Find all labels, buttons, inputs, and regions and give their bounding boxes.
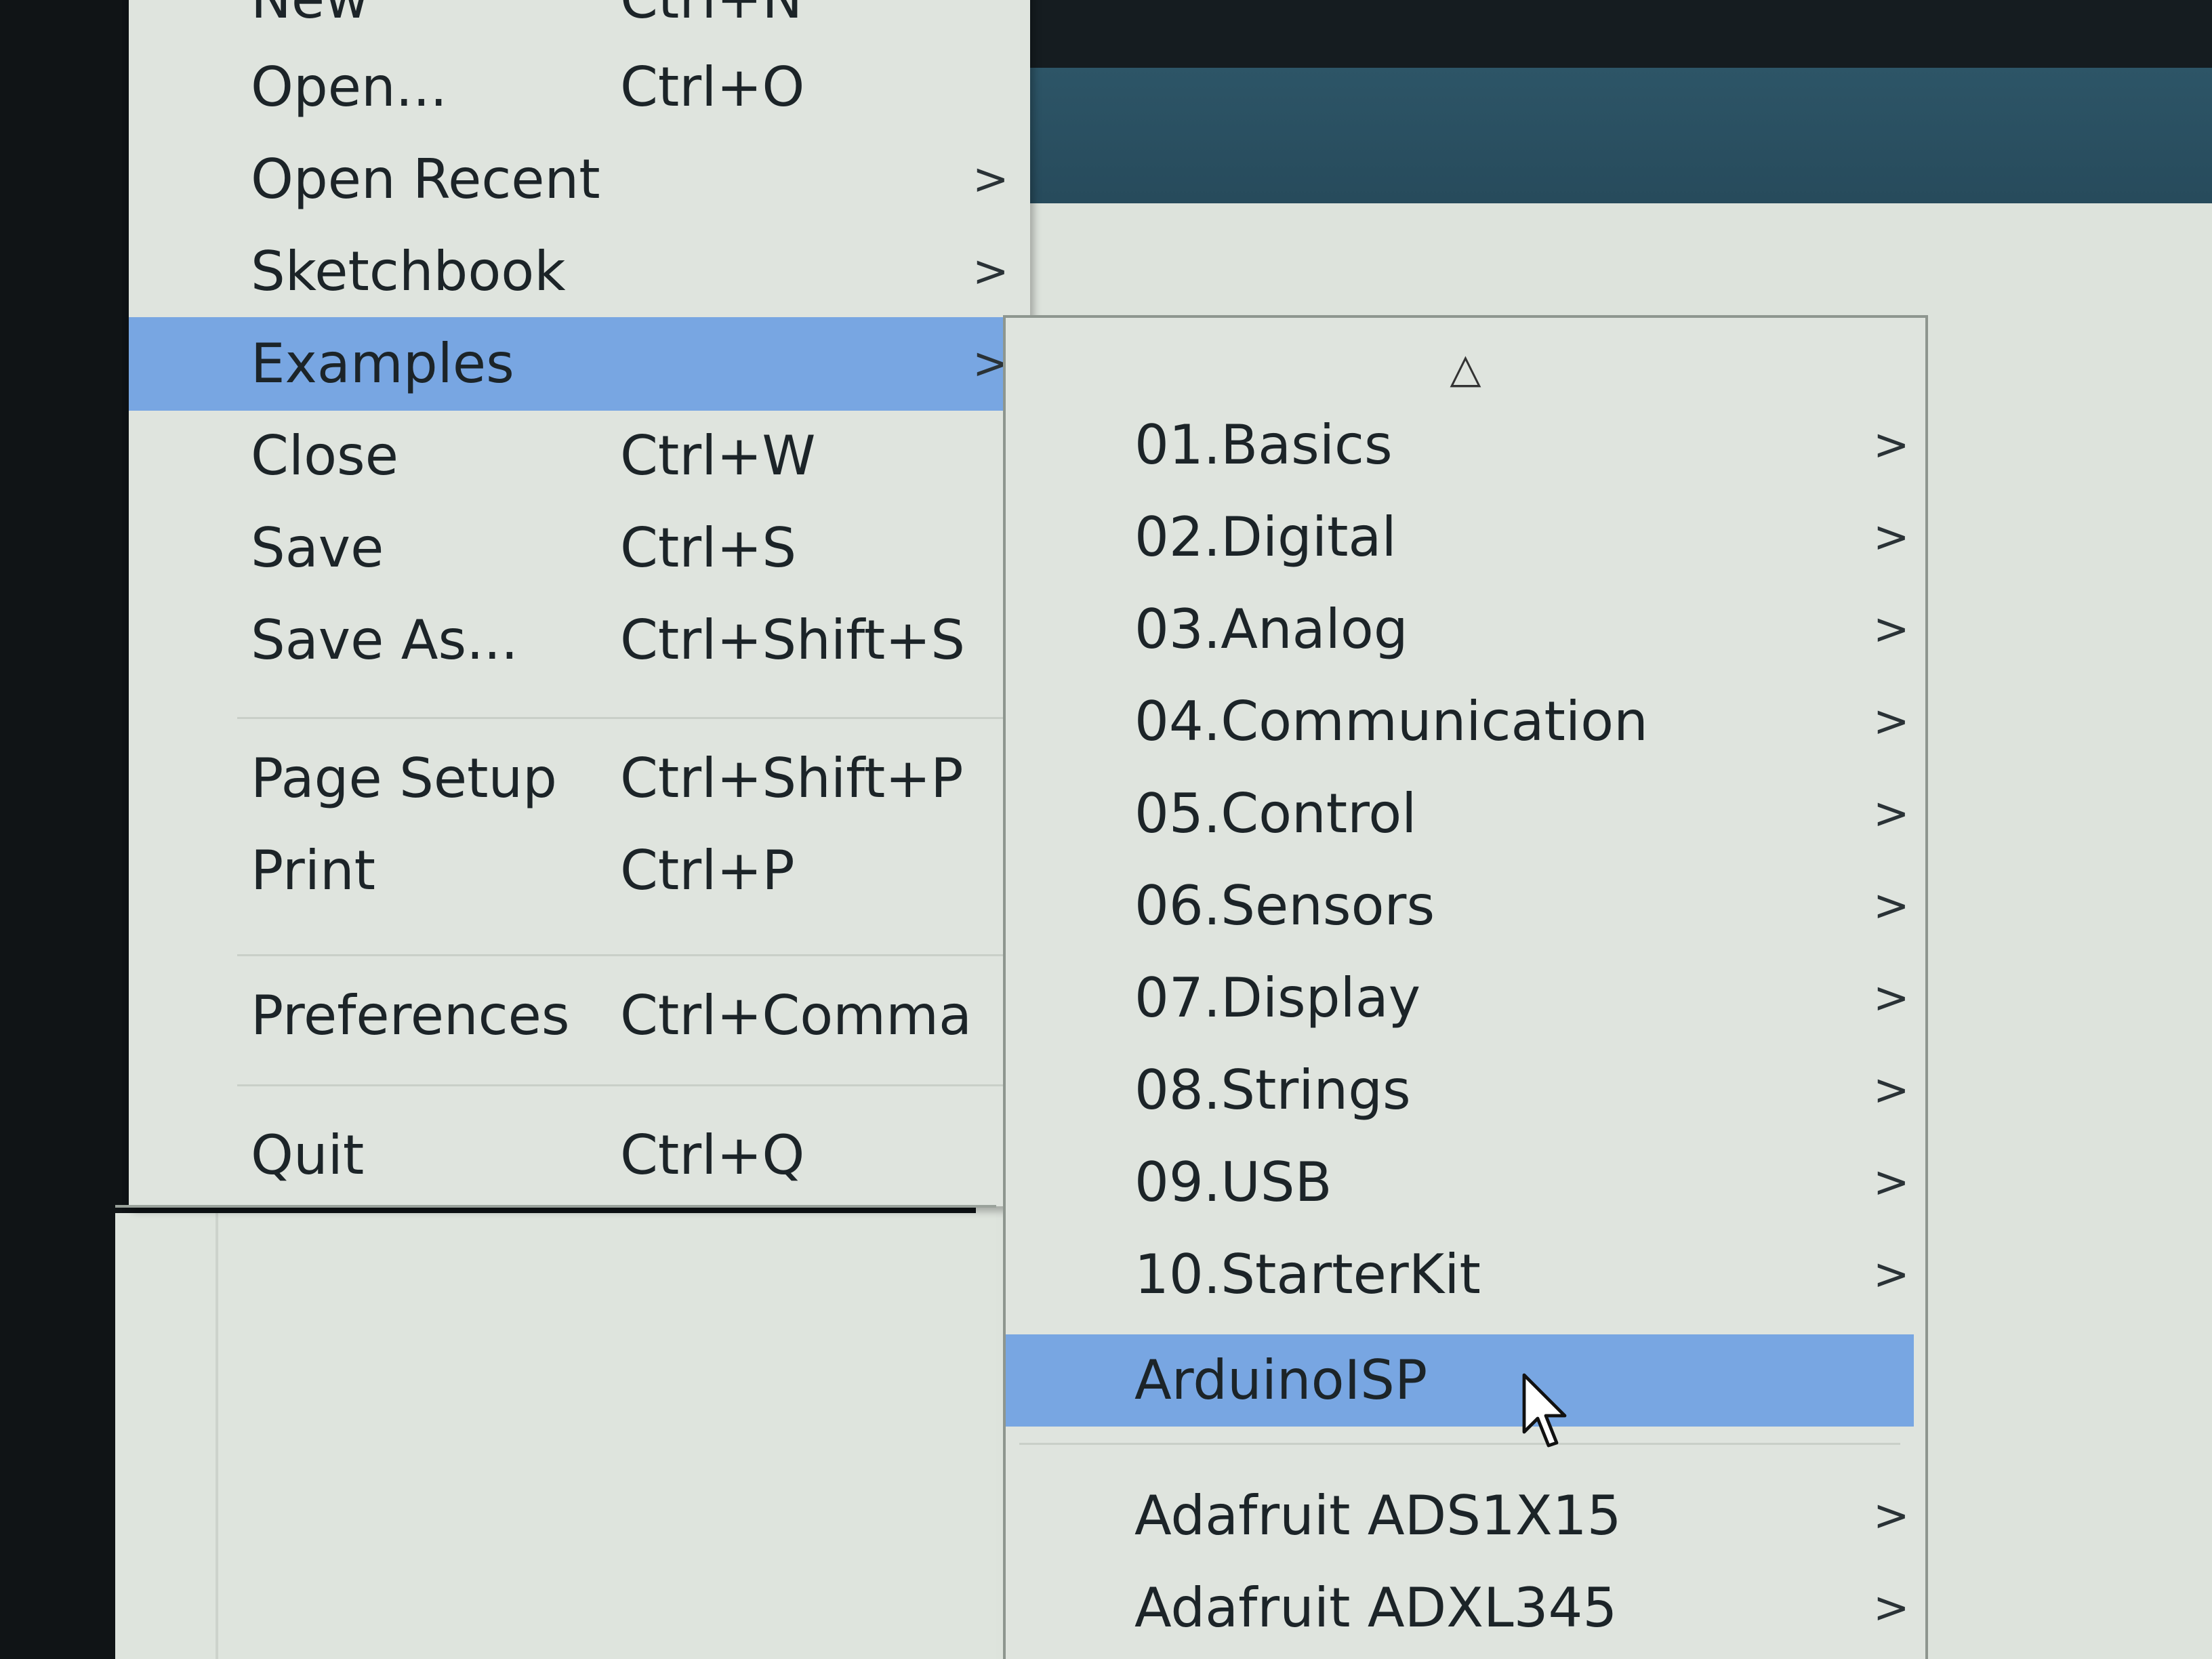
menu-item-label: New bbox=[251, 0, 369, 46]
submenu-item-label: 05.Control bbox=[1134, 768, 1416, 860]
submenu-item-05-control[interactable]: 05.Control > bbox=[1006, 768, 1914, 860]
chevron-right-icon: > bbox=[1873, 952, 1910, 1044]
submenu-item-label: 07.Display bbox=[1134, 952, 1420, 1044]
scroll-up-icon[interactable]: △ bbox=[1006, 345, 1925, 392]
editor-gutter-divider bbox=[216, 1213, 218, 1659]
menu-item-shortcut: Ctrl+Q bbox=[620, 1109, 804, 1202]
submenu-item-label: 09.USB bbox=[1134, 1136, 1332, 1229]
menu-item-label: Examples bbox=[251, 317, 514, 411]
chevron-right-icon: > bbox=[1873, 768, 1910, 860]
submenu-item-adafruit-ads1x15[interactable]: Adafruit ADS1X15 > bbox=[1006, 1470, 1914, 1562]
menu-item-label: Print bbox=[251, 824, 375, 918]
submenu-item-label: 03.Analog bbox=[1134, 583, 1408, 676]
menu-item-shortcut: Ctrl+Shift+P bbox=[620, 732, 963, 825]
chevron-right-icon: > bbox=[1873, 1470, 1910, 1562]
chevron-right-icon: > bbox=[1873, 583, 1910, 676]
chevron-right-icon: > bbox=[972, 225, 1009, 319]
menu-item-shortcut: Ctrl+Shift+S bbox=[620, 594, 965, 687]
chevron-right-icon: > bbox=[1873, 491, 1910, 583]
screen-bezel bbox=[0, 0, 122, 1659]
mouse-pointer-icon bbox=[1521, 1372, 1576, 1454]
examples-submenu: △ 01.Basics > 02.Digital > 03.Analog > 0… bbox=[1003, 315, 1928, 1659]
submenu-item-10-starterkit[interactable]: 10.StarterKit > bbox=[1006, 1229, 1914, 1321]
menu-item-open[interactable]: Open... Ctrl+O bbox=[129, 41, 1030, 134]
submenu-item-label: Adafruit ADS1X15 bbox=[1134, 1470, 1622, 1562]
submenu-item-02-digital[interactable]: 02.Digital > bbox=[1006, 491, 1914, 583]
submenu-item-label: 06.Sensors bbox=[1134, 860, 1435, 952]
submenu-item-label: 01.Basics bbox=[1134, 399, 1393, 491]
ide-toolbar bbox=[976, 68, 2212, 224]
submenu-item-label: Adafruit ADXL345 bbox=[1134, 1562, 1617, 1654]
submenu-item-09-usb[interactable]: 09.USB > bbox=[1006, 1136, 1914, 1229]
menu-item-open-recent[interactable]: Open Recent > bbox=[129, 133, 1030, 226]
menu-item-shortcut: Ctrl+N bbox=[620, 0, 802, 46]
submenu-item-08-strings[interactable]: 08.Strings > bbox=[1006, 1044, 1914, 1136]
menu-item-label: Close bbox=[251, 409, 398, 503]
chevron-right-icon: > bbox=[1873, 1136, 1910, 1229]
submenu-separator bbox=[1019, 1443, 1900, 1445]
menu-separator bbox=[237, 717, 1010, 719]
menu-item-label: Sketchbook bbox=[251, 225, 566, 319]
menu-item-label: Save As... bbox=[251, 594, 518, 687]
chevron-right-icon: > bbox=[1873, 1562, 1910, 1654]
chevron-right-icon: > bbox=[1873, 860, 1910, 952]
menu-item-shortcut: Ctrl+P bbox=[620, 824, 795, 918]
menu-item-new[interactable]: New Ctrl+N bbox=[129, 0, 1030, 46]
submenu-item-07-display[interactable]: 07.Display > bbox=[1006, 952, 1914, 1044]
submenu-item-arduinoisp[interactable]: ArduinoISP bbox=[1006, 1334, 1914, 1427]
chevron-right-icon: > bbox=[1873, 1229, 1910, 1321]
submenu-item-label: 10.StarterKit bbox=[1134, 1229, 1481, 1321]
menu-separator bbox=[237, 1084, 1010, 1086]
menu-item-close[interactable]: Close Ctrl+W bbox=[129, 409, 1030, 503]
menu-item-sketchbook[interactable]: Sketchbook > bbox=[129, 225, 1030, 319]
menu-item-page-setup[interactable]: Page Setup Ctrl+Shift+P bbox=[129, 732, 1030, 825]
menu-item-label: Open Recent bbox=[251, 133, 600, 226]
submenu-item-adafruit-adxl345[interactable]: Adafruit ADXL345 > bbox=[1006, 1562, 1914, 1654]
chevron-right-icon: > bbox=[1873, 399, 1910, 491]
editor-area-lower[interactable] bbox=[115, 1213, 996, 1659]
menu-item-shortcut: Ctrl+W bbox=[620, 409, 815, 503]
menu-item-shortcut: Ctrl+S bbox=[620, 501, 796, 595]
submenu-item-04-communication[interactable]: 04.Communication > bbox=[1006, 676, 1914, 768]
submenu-item-06-sensors[interactable]: 06.Sensors > bbox=[1006, 860, 1914, 952]
menu-item-label: Quit bbox=[251, 1109, 364, 1202]
menu-item-label: Save bbox=[251, 501, 384, 595]
submenu-item-label: ArduinoISP bbox=[1134, 1334, 1427, 1427]
submenu-item-01-basics[interactable]: 01.Basics > bbox=[1006, 399, 1914, 491]
submenu-item-label: 04.Communication bbox=[1134, 676, 1648, 768]
menu-item-shortcut: Ctrl+O bbox=[620, 41, 804, 134]
submenu-item-03-analog[interactable]: 03.Analog > bbox=[1006, 583, 1914, 676]
submenu-item-label: 02.Digital bbox=[1134, 491, 1397, 583]
menu-separator bbox=[237, 954, 1010, 956]
chevron-right-icon: > bbox=[1873, 676, 1910, 768]
file-menu: New Ctrl+N Open... Ctrl+O Open Recent > … bbox=[129, 0, 1030, 1206]
submenu-item-label: 08.Strings bbox=[1134, 1044, 1411, 1136]
menu-item-examples[interactable]: Examples > bbox=[129, 317, 1030, 411]
menu-item-save-as[interactable]: Save As... Ctrl+Shift+S bbox=[129, 594, 1030, 687]
menu-item-label: Page Setup bbox=[251, 732, 557, 825]
menu-item-label: Preferences bbox=[251, 969, 570, 1063]
chevron-right-icon: > bbox=[1873, 1044, 1910, 1136]
menu-item-preferences[interactable]: Preferences Ctrl+Comma bbox=[129, 969, 1030, 1063]
menu-item-label: Open... bbox=[251, 41, 447, 134]
menu-item-print[interactable]: Print Ctrl+P bbox=[129, 824, 1030, 918]
menu-item-shortcut: Ctrl+Comma bbox=[620, 969, 972, 1063]
menu-item-quit[interactable]: Quit Ctrl+Q bbox=[129, 1109, 1030, 1202]
menu-bottom-border bbox=[115, 1205, 996, 1208]
menu-item-save[interactable]: Save Ctrl+S bbox=[129, 501, 1030, 595]
chevron-right-icon: > bbox=[972, 133, 1009, 226]
